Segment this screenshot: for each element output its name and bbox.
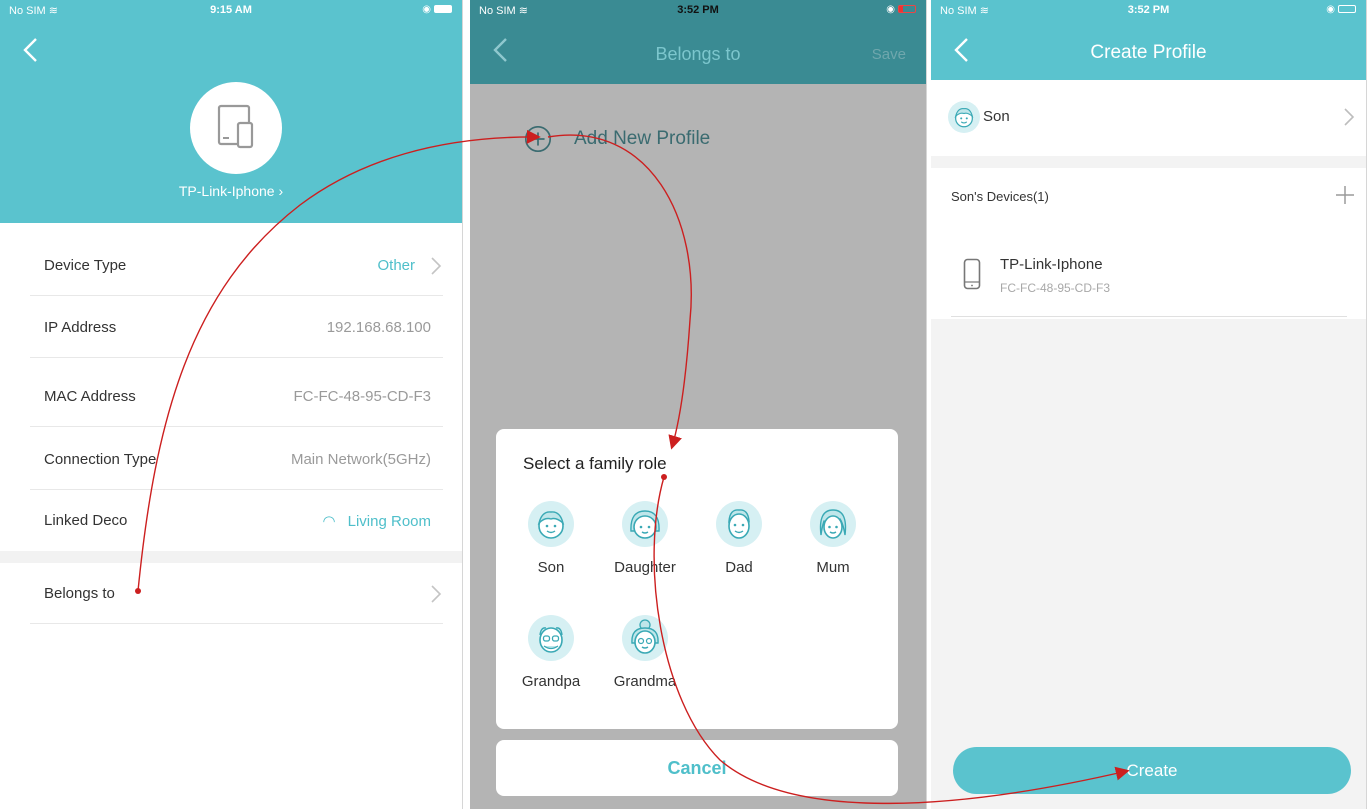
row-value: FC-FC-48-95-CD-F3 (293, 388, 431, 405)
role-label: Grandpa (521, 673, 581, 690)
chevron-right-icon (1344, 108, 1355, 126)
row-connection-type: Connection Type Main Network(5GHz) (30, 429, 443, 490)
role-label: Mum (816, 559, 850, 576)
page-title: Create Profile (1090, 42, 1207, 63)
family-role-sheet: Select a family role Son Daughter Dad Mu… (496, 429, 898, 729)
create-profile-screen: No SIM ≋ 3:52 PM ◉ Create Profile Son So… (931, 0, 1367, 809)
row-label: Belongs to (44, 585, 115, 602)
plus-circle-icon[interactable] (522, 124, 554, 154)
battery-icon (898, 5, 916, 14)
grandma-face-icon (622, 615, 668, 661)
role-label: Dad (725, 559, 753, 576)
status-bar: No SIM ≋ 9:15 AM ◉ (0, 0, 462, 22)
role-label: Son (537, 559, 565, 576)
save-button[interactable]: Save (872, 46, 906, 63)
row-value: Main Network(5GHz) (290, 451, 431, 468)
page-title: Belongs to (655, 44, 741, 64)
row-belongs-to[interactable]: Belongs to (30, 563, 443, 624)
section-divider (0, 551, 462, 563)
wifi-icon: ◠ (322, 513, 336, 530)
devices-section-header: Son's Devices(1) (931, 168, 1366, 223)
son-face-icon (948, 101, 980, 133)
role-label: Daughter (614, 559, 676, 576)
chevron-right-icon (431, 257, 442, 275)
sheet-title: Select a family role (523, 454, 667, 473)
phone-icon (963, 258, 981, 290)
create-button[interactable]: Create (953, 747, 1351, 794)
row-ip-address: IP Address 192.168.68.100 (30, 297, 443, 358)
device-details-screen: No SIM ≋ 9:15 AM ◉ TP-Link-Iphone › Devi… (0, 0, 463, 809)
lock-icon: ◉ (1326, 4, 1335, 15)
device-name-link[interactable]: TP-Link-Iphone › (0, 183, 462, 199)
device-list-item[interactable]: TP-Link-Iphone FC-FC-48-95-CD-F3 (931, 223, 1366, 319)
role-label: Grandma (613, 673, 677, 690)
row-mac-address: MAC Address FC-FC-48-95-CD-F3 (30, 366, 443, 427)
chevron-right-icon (431, 585, 442, 603)
battery-icon (434, 5, 452, 14)
role-grandma[interactable]: Grandma (600, 615, 690, 690)
role-mum[interactable]: Mum (788, 501, 878, 576)
belongs-to-screen: No SIM ≋ 3:52 PM ◉ Belongs to Save Add N… (470, 0, 927, 809)
device-avatar (190, 82, 282, 174)
device-mac: FC-FC-48-95-CD-F3 (1000, 281, 1111, 295)
add-new-profile-button[interactable]: Add New Profile (574, 128, 710, 150)
profile-name: Son (983, 108, 1010, 125)
row-label: Linked Deco (44, 512, 128, 529)
row-value: Other (377, 257, 415, 274)
cancel-button[interactable]: Cancel (496, 740, 898, 796)
row-label: MAC Address (44, 388, 136, 405)
role-dad[interactable]: Dad (694, 501, 784, 576)
device-icon (217, 104, 254, 149)
back-chevron-icon[interactable] (22, 36, 38, 64)
row-label: Device Type (44, 257, 127, 274)
dad-face-icon (716, 501, 762, 547)
mum-face-icon (810, 501, 856, 547)
devices-header-label: Son's Devices(1) (951, 189, 1049, 204)
lock-icon: ◉ (886, 4, 895, 15)
lock-icon: ◉ (422, 4, 431, 15)
row-label: IP Address (44, 319, 117, 336)
clock: 3:52 PM (677, 4, 719, 16)
son-face-icon (528, 501, 574, 547)
device-name: TP-Link-Iphone (1000, 256, 1103, 273)
battery-icon (1338, 5, 1356, 14)
row-linked-deco: Linked Deco ◠ Living Room (30, 490, 443, 551)
row-label: Connection Type (44, 451, 157, 468)
role-grandpa[interactable]: Grandpa (506, 615, 596, 690)
row-device-type[interactable]: Device Type Other (30, 235, 443, 296)
grandpa-face-icon (528, 615, 574, 661)
plus-icon[interactable] (1335, 185, 1355, 205)
divider (951, 316, 1347, 317)
role-daughter[interactable]: Daughter (600, 501, 690, 576)
row-value: Living Room (347, 513, 431, 530)
row-value: 192.168.68.100 (326, 319, 431, 336)
role-son[interactable]: Son (506, 501, 596, 576)
profile-row[interactable]: Son (931, 80, 1366, 156)
status-bar: No SIM ≋ 3:52 PM ◉ (470, 0, 926, 22)
chevron-right-icon: › (278, 183, 284, 199)
clock: 9:15 AM (210, 4, 252, 16)
clock: 3:52 PM (1127, 4, 1170, 16)
device-name: TP-Link-Iphone (178, 183, 275, 199)
status-bar: No SIM ≋ 3:52 PM ◉ (931, 0, 1366, 22)
daughter-face-icon (622, 501, 668, 547)
